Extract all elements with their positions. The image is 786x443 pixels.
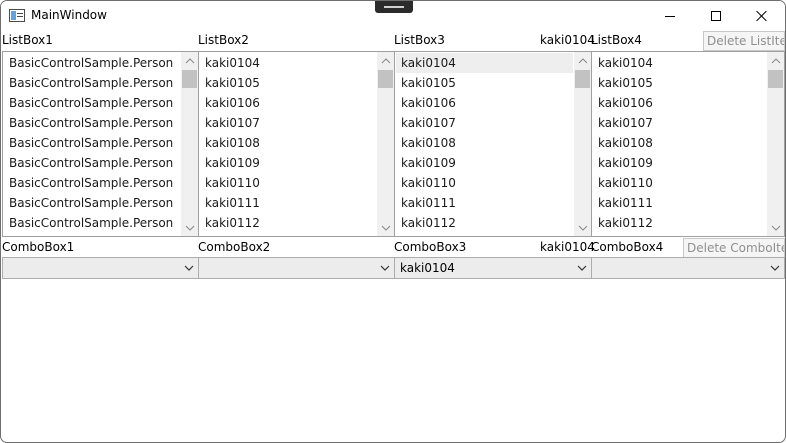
listbox2[interactable]: kaki0104 kaki0105 kaki0106 kaki0107 kaki0108…	[198, 51, 395, 237]
combobox1[interactable]	[2, 257, 199, 279]
listbox4-label: ListBox4	[591, 33, 642, 47]
window-title: MainWindow	[31, 8, 107, 22]
list-item[interactable]: kaki0110	[396, 173, 573, 193]
delete-combo-item-button[interactable]: Delete ComboItem	[683, 238, 785, 258]
listbox4-items: kaki0104 kaki0105 kaki0106 kaki0107 kaki0108…	[593, 53, 766, 235]
combobox3-selected-text: kaki0104	[540, 240, 595, 254]
list-item[interactable]: BasicControlSample.Person	[4, 113, 180, 133]
chevron-up-icon[interactable]	[377, 52, 394, 69]
combobox3-label: ComboBox3	[394, 240, 467, 254]
chevron-up-icon[interactable]	[767, 52, 784, 69]
chevron-up-icon[interactable]	[181, 52, 198, 69]
chevron-down-icon[interactable]	[574, 219, 591, 236]
close-button[interactable]	[739, 1, 785, 31]
list-item[interactable]: kaki0109	[593, 153, 766, 173]
list-item[interactable]: kaki0105	[593, 73, 766, 93]
list-item[interactable]: kaki0104	[593, 53, 766, 73]
list-item[interactable]: kaki0107	[200, 113, 376, 133]
listbox1-items: BasicControlSample.Person BasicControlSam…	[4, 53, 180, 235]
list-item[interactable]: BasicControlSample.Person	[4, 53, 180, 73]
minimize-button[interactable]	[647, 1, 693, 31]
list-item[interactable]: kaki0108	[200, 133, 376, 153]
list-item[interactable]: kaki0109	[396, 153, 573, 173]
chevron-down-icon[interactable]	[377, 219, 394, 236]
list-item[interactable]: BasicControlSample.Person	[4, 173, 180, 193]
list-item[interactable]: kaki0106	[200, 93, 376, 113]
list-item[interactable]: kaki0112	[396, 213, 573, 233]
combobox2[interactable]	[198, 257, 395, 279]
chevron-down-icon[interactable]	[770, 263, 780, 273]
chevron-down-icon[interactable]	[184, 263, 194, 273]
combobox3[interactable]: kaki0104	[394, 257, 592, 279]
combobox4-label: ComboBox4	[591, 240, 664, 254]
list-item[interactable]: kaki0112	[200, 213, 376, 233]
list-item[interactable]: kaki0112	[593, 213, 766, 233]
list-item[interactable]: kaki0107	[593, 113, 766, 133]
list-item[interactable]: kaki0108	[593, 133, 766, 153]
list-item[interactable]: kaki0105	[200, 73, 376, 93]
combobox3-value: kaki0104	[400, 261, 455, 275]
list-item[interactable]: kaki0109	[200, 153, 376, 173]
chevron-up-icon[interactable]	[574, 52, 591, 69]
list-item[interactable]: kaki0105	[396, 73, 573, 93]
listbox3-label: ListBox3	[394, 33, 445, 47]
listbox4-scrollbar[interactable]	[767, 52, 784, 236]
close-icon	[756, 10, 768, 22]
list-item[interactable]: kaki0111	[200, 193, 376, 213]
list-item[interactable]: kaki0106	[396, 93, 573, 113]
maximize-button[interactable]	[693, 1, 739, 31]
listbox3-selected-text: kaki0104	[540, 33, 595, 47]
snap-layout-handle[interactable]	[375, 1, 413, 13]
list-item[interactable]: kaki0107	[396, 113, 573, 133]
list-item[interactable]: BasicControlSample.Person	[4, 153, 180, 173]
chevron-down-icon[interactable]	[577, 263, 587, 273]
listbox3-scroll-thumb[interactable]	[575, 70, 590, 88]
list-item[interactable]: kaki0111	[593, 193, 766, 213]
listbox1-label: ListBox1	[2, 33, 53, 47]
combobox4[interactable]	[591, 257, 785, 279]
list-item[interactable]: BasicControlSample.Person	[4, 93, 180, 113]
listbox2-scrollbar[interactable]	[377, 52, 394, 236]
list-item[interactable]: BasicControlSample.Person	[4, 193, 180, 213]
listbox4[interactable]: kaki0104 kaki0105 kaki0106 kaki0107 kaki0108…	[591, 51, 785, 237]
list-item[interactable]: kaki0111	[396, 193, 573, 213]
title-bar[interactable]: MainWindow	[1, 1, 785, 31]
list-item[interactable]: BasicControlSample.Person	[4, 73, 180, 93]
chevron-down-icon[interactable]	[767, 219, 784, 236]
list-item[interactable]: kaki0104	[396, 53, 573, 73]
listbox2-scroll-thumb[interactable]	[378, 70, 393, 88]
listbox1-scroll-thumb[interactable]	[182, 70, 197, 88]
list-item[interactable]: kaki0104	[200, 53, 376, 73]
listbox2-label: ListBox2	[198, 33, 249, 47]
listbox3-items: kaki0104 kaki0105 kaki0106 kaki0107 kaki0108…	[396, 53, 573, 235]
combobox2-label: ComboBox2	[198, 240, 271, 254]
list-item[interactable]: BasicControlSample.Person	[4, 133, 180, 153]
list-item[interactable]: kaki0110	[593, 173, 766, 193]
chevron-down-icon[interactable]	[181, 219, 198, 236]
minimize-icon	[665, 15, 675, 17]
chevron-down-icon[interactable]	[380, 263, 390, 273]
combobox1-label: ComboBox1	[2, 240, 75, 254]
main-window: MainWindow ListBox1 ListBox2 ListBox3 ka…	[0, 0, 786, 443]
listbox2-items: kaki0104 kaki0105 kaki0106 kaki0107 kaki0108…	[200, 53, 376, 235]
listbox3-scrollbar[interactable]	[574, 52, 591, 236]
list-item[interactable]: BasicControlSample.Person	[4, 213, 180, 233]
listbox3[interactable]: kaki0104 kaki0105 kaki0106 kaki0107 kaki0108…	[394, 51, 592, 237]
list-item[interactable]: kaki0108	[396, 133, 573, 153]
maximize-icon	[711, 11, 721, 21]
list-item[interactable]: kaki0110	[200, 173, 376, 193]
listbox1-scrollbar[interactable]	[181, 52, 198, 236]
list-item[interactable]: kaki0106	[593, 93, 766, 113]
delete-list-item-button[interactable]: Delete ListItem	[703, 31, 785, 51]
listbox1[interactable]: BasicControlSample.Person BasicControlSam…	[2, 51, 199, 237]
window-icon	[9, 9, 25, 22]
listbox4-scroll-thumb[interactable]	[768, 70, 783, 88]
